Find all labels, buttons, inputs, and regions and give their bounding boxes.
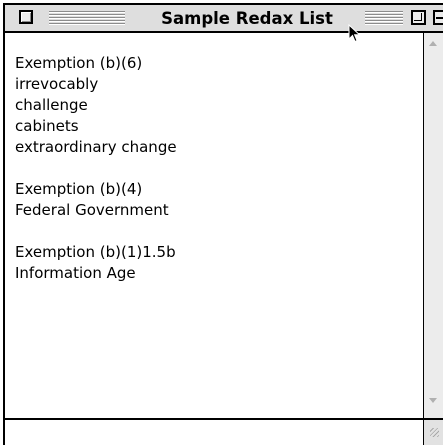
vertical-scrollbar[interactable] [423, 33, 443, 418]
collapse-box-icon[interactable] [433, 10, 443, 25]
list-item[interactable]: irrevocably [15, 74, 177, 95]
redax-list-window: Sample Redax List Exemption (b)(6) irrev… [3, 3, 443, 445]
bottom-strip [5, 418, 423, 445]
close-box-icon[interactable] [19, 10, 33, 24]
list-blank-line [15, 221, 177, 242]
list-item[interactable]: Federal Government [15, 200, 177, 221]
resize-grip-icon[interactable] [423, 418, 443, 445]
window-title: Sample Redax List [161, 9, 333, 28]
title-bar[interactable]: Sample Redax List [5, 5, 443, 33]
list-item[interactable]: Exemption (b)(4) [15, 179, 177, 200]
zoom-box-icon[interactable] [411, 10, 426, 25]
list-item[interactable]: Information Age [15, 263, 177, 284]
list-blank-line [15, 158, 177, 179]
list-item[interactable]: Exemption (b)(1)1.5b [15, 242, 177, 263]
list-item[interactable]: Exemption (b)(6) [15, 53, 177, 74]
arrow-down-icon[interactable] [429, 398, 437, 403]
title-bar-stripes-left [49, 11, 125, 26]
title-bar-stripes-right [365, 11, 403, 26]
list-content-area[interactable]: Exemption (b)(6) irrevocably challenge c… [5, 33, 423, 418]
list-item[interactable]: extraordinary change [15, 137, 177, 158]
list-item[interactable]: cabinets [15, 116, 177, 137]
arrow-up-icon[interactable] [429, 41, 437, 46]
list-item[interactable]: challenge [15, 95, 177, 116]
redax-list: Exemption (b)(6) irrevocably challenge c… [15, 53, 177, 284]
